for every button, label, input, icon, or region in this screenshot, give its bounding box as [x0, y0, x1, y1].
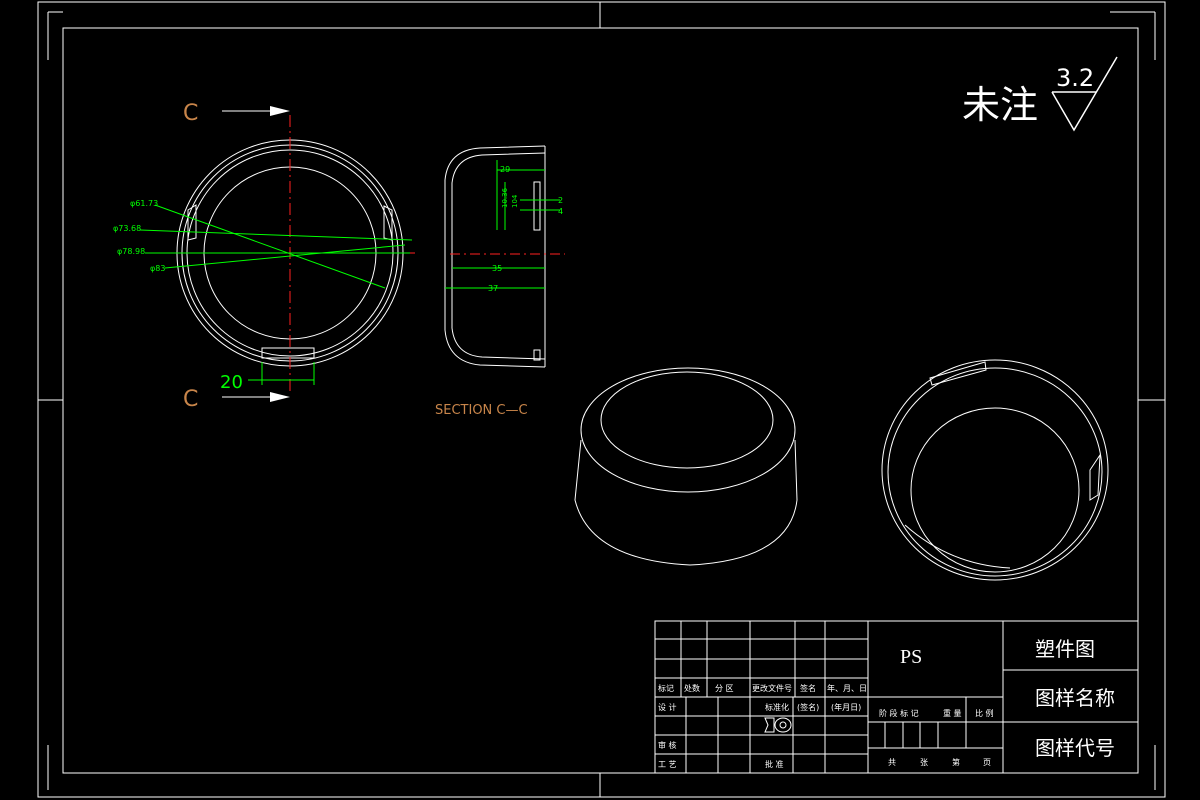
sheet-labels: 共 张 第 页 [888, 757, 991, 767]
sec-dim-29: 29 [500, 165, 510, 174]
rev-header: 年、月、日 [827, 683, 867, 693]
sec-dim-10-36: 10.36 [501, 187, 509, 208]
weight-header: 重 量 [943, 708, 962, 718]
sec-dim-35: 35 [492, 264, 502, 273]
sign-label: (签名) [797, 702, 819, 712]
sec-dim-104: 104 [511, 194, 519, 208]
sec-dim-2: 2 [558, 196, 563, 205]
section-mark-bottom: C [183, 387, 198, 412]
dia-label-1: φ61.73 [130, 199, 158, 208]
rev-header: 处数 [684, 683, 700, 693]
front-view [139, 115, 415, 395]
role-label: 工 艺 [658, 760, 677, 769]
scale-header: 比 例 [975, 708, 994, 718]
date-label: (年月日) [831, 702, 861, 712]
slot-width-label: 20 [220, 372, 243, 393]
cad-drawing-canvas: 未注 3.2 φ61.73 φ73.68 φ78.98 φ83 20 C C 2… [37, 1, 1166, 798]
dia-label-4: φ83 [150, 264, 165, 273]
drawing-name-label: 图样名称 [1035, 686, 1115, 710]
iso-view-cap [574, 367, 798, 566]
sec-dim-37: 37 [488, 284, 498, 293]
rev-headers: 标记 处数 分 区 更改文件号 签名 年、月、日 [658, 683, 867, 693]
iso-view-open [881, 359, 1109, 581]
part-name: 塑件图 [1035, 637, 1095, 661]
sheet-label: 张 [920, 758, 928, 767]
rev-header: 签名 [800, 683, 816, 693]
roughness-label: 未注 [962, 83, 1038, 127]
sheet-label: 第 [952, 757, 960, 767]
sheet-label: 共 [888, 758, 896, 767]
approve-label: 批 准 [765, 759, 784, 769]
role-label: 审 核 [658, 740, 677, 750]
section-mark-top: C [183, 101, 198, 126]
rev-header: 分 区 [715, 684, 734, 693]
sheet-label: 页 [983, 758, 991, 767]
dia-label-3: φ78.98 [117, 247, 145, 256]
role-label: 设 计 [658, 702, 677, 712]
material-value: PS [900, 646, 922, 668]
sec-dim-4: 4 [558, 207, 563, 216]
section-view [444, 145, 565, 368]
drawing-code-label: 图样代号 [1035, 736, 1115, 760]
roughness-value: 3.2 [1056, 64, 1094, 92]
rev-header: 更改文件号 [752, 683, 792, 693]
inner-frame [62, 27, 1139, 774]
std-label: 标准化 [765, 702, 789, 712]
section-caption: SECTION C—C [435, 403, 528, 418]
rev-header: 标记 [658, 683, 674, 693]
dia-label-2: φ73.68 [113, 224, 141, 233]
stage-header: 阶 段 标 记 [879, 708, 919, 718]
